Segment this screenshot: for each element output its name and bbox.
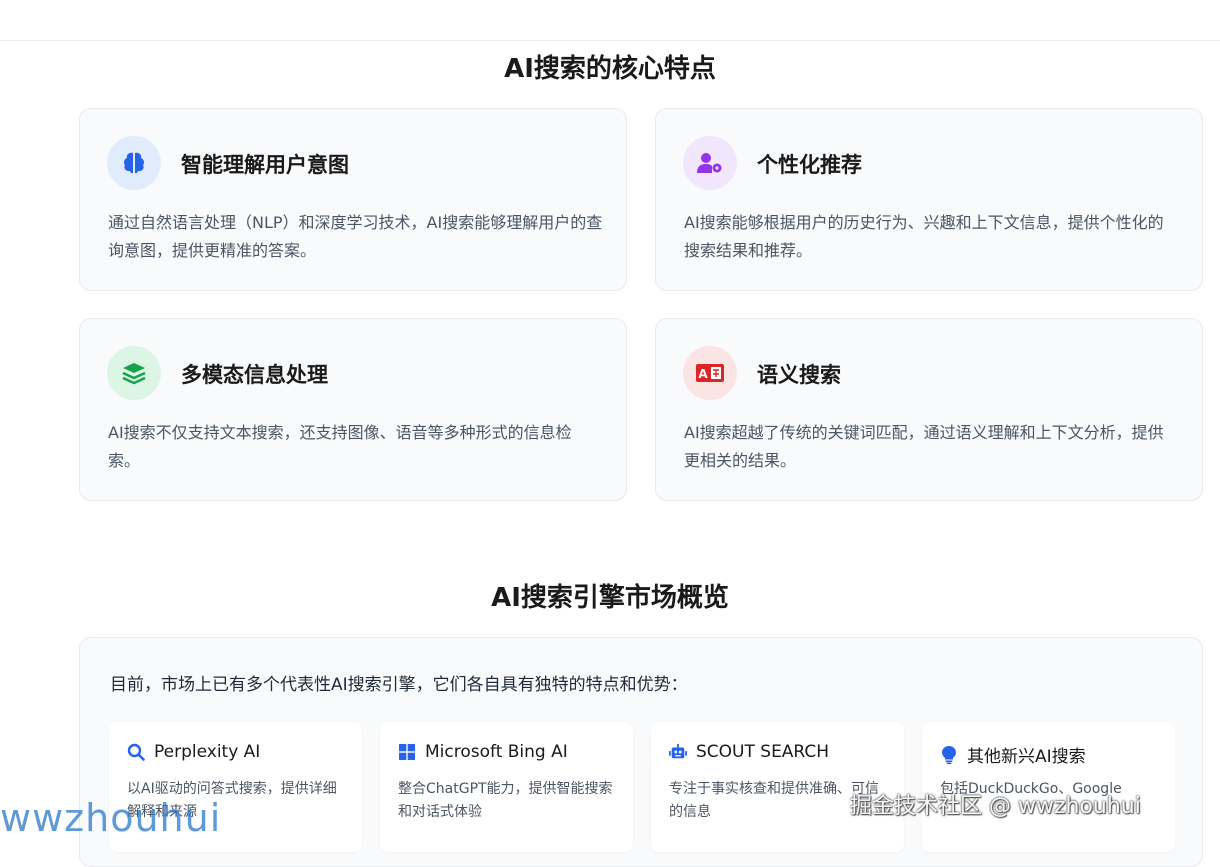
lightbulb-icon [940, 745, 958, 764]
search-icon [127, 743, 145, 761]
svg-text:A: A [698, 367, 708, 381]
brain-icon [107, 136, 161, 190]
robot-icon [669, 743, 687, 761]
feature-card-semantic: A 语义搜索 AI搜索超越了传统的关键词匹配，通过语义理解和上下文分析，提供更相… [655, 318, 1203, 501]
market-intro-text: 目前，市场上已有多个代表性AI搜索引擎，它们各自具有独特的特点和优势： [110, 675, 688, 695]
engine-card-scout[interactable]: SCOUT SEARCH 专注于事实核查和提供准确、可信的信息 [651, 722, 904, 852]
feature-description: AI搜索不仅支持文本搜索，还支持图像、语音等多种形式的信息检索。 [108, 423, 572, 470]
feature-title: 智能理解用户意图 [181, 153, 349, 177]
engine-description: 整合ChatGPT能力，提供智能搜索和对话式体验 [398, 781, 613, 820]
feature-title: 语义搜索 [757, 363, 841, 387]
features-section-title: AI搜索的核心特点 [504, 54, 716, 84]
top-divider [0, 40, 1220, 41]
market-overview-panel: 目前，市场上已有多个代表性AI搜索引擎，它们各自具有独特的特点和优势： Perp… [79, 637, 1203, 867]
translate-icon: A [683, 346, 737, 400]
feature-card-intent: 智能理解用户意图 通过自然语言处理（NLP）和深度学习技术，AI搜索能够理解用户… [79, 108, 627, 291]
user-gear-icon [683, 136, 737, 190]
feature-card-multimodal: 多模态信息处理 AI搜索不仅支持文本搜索，还支持图像、语音等多种形式的信息检索。 [79, 318, 627, 501]
market-section-title: AI搜索引擎市场概览 [491, 583, 729, 613]
engine-name: SCOUT SEARCH [696, 742, 830, 762]
feature-card-personalization: 个性化推荐 AI搜索能够根据用户的历史行为、兴趣和上下文信息，提供个性化的搜索结… [655, 108, 1203, 291]
feature-description: AI搜索超越了传统的关键词匹配，通过语义理解和上下文分析，提供更相关的结果。 [684, 423, 1164, 470]
engine-card-bing[interactable]: Microsoft Bing AI 整合ChatGPT能力，提供智能搜索和对话式… [380, 722, 633, 852]
layers-icon [107, 346, 161, 400]
engine-card-others[interactable]: 其他新兴AI搜索 包括DuckDuckGo、Google [922, 722, 1175, 852]
windows-icon [398, 743, 416, 761]
engine-name: Microsoft Bing AI [425, 742, 568, 762]
feature-description: 通过自然语言处理（NLP）和深度学习技术，AI搜索能够理解用户的查询意图，提供更… [108, 213, 603, 260]
watermark-right: 掘金技术社区 @ wwzhouhui [850, 794, 1141, 819]
feature-title: 多模态信息处理 [181, 363, 328, 387]
feature-title: 个性化推荐 [757, 153, 862, 177]
engine-name: 其他新兴AI搜索 [967, 747, 1086, 767]
engine-name: Perplexity AI [154, 742, 261, 762]
feature-description: AI搜索能够根据用户的历史行为、兴趣和上下文信息，提供个性化的搜索结果和推荐。 [684, 213, 1164, 260]
watermark-left: wwzhouhui [0, 796, 222, 840]
